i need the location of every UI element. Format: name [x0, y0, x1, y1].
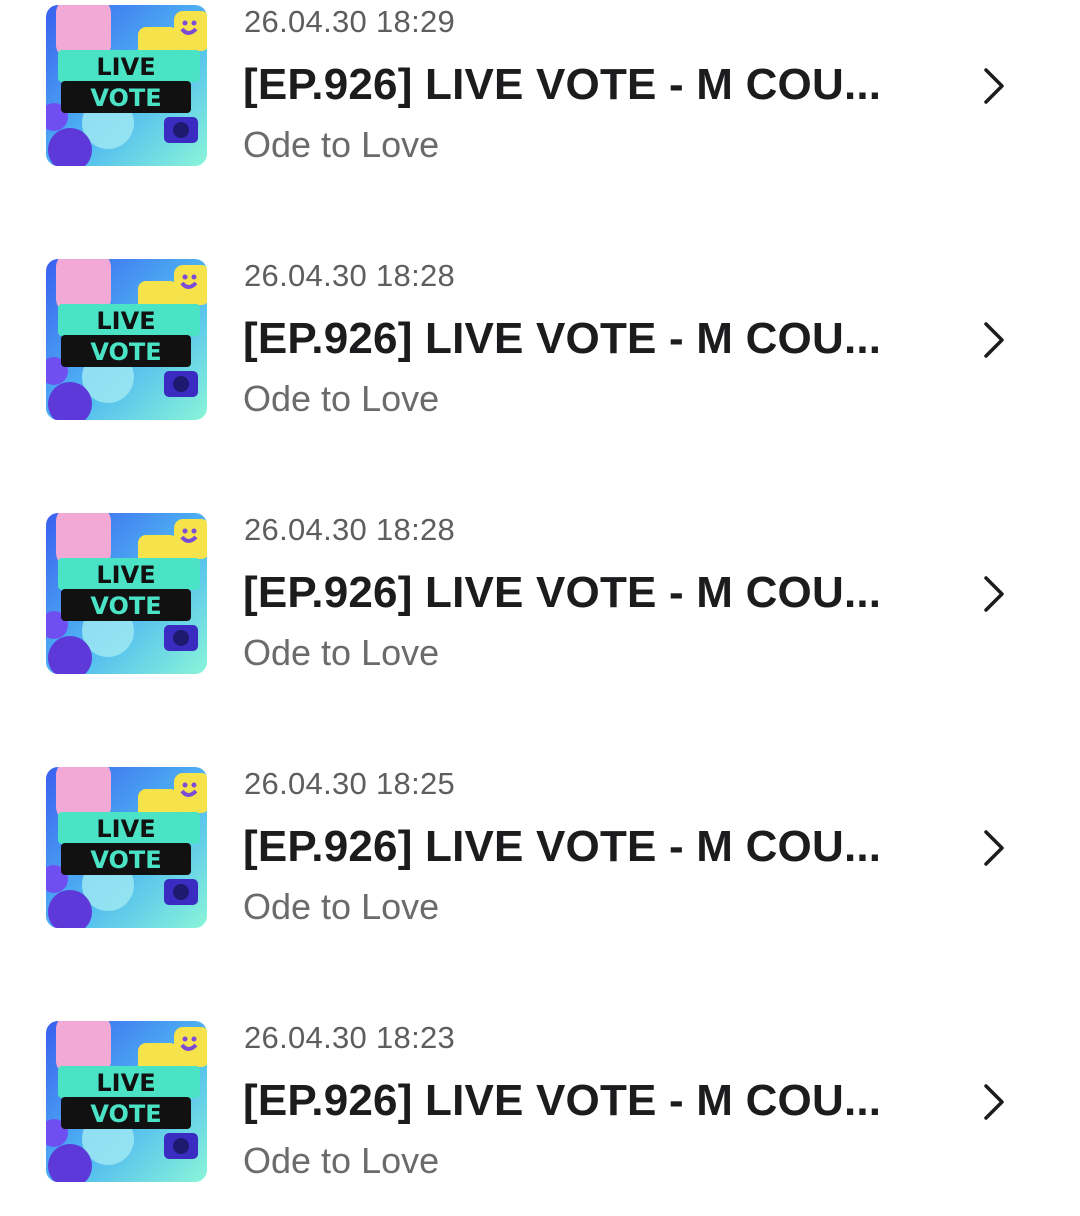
timestamp: 26.04.30 18:29 — [244, 4, 456, 39]
item-title: [EP.926] LIVE VOTE - M COU... — [243, 314, 882, 363]
song-name: Ode to Love — [243, 124, 440, 165]
live-vote-thumbnail: LIVE VOTE — [46, 259, 207, 420]
item-title: [EP.926] LIVE VOTE - M COU... — [243, 60, 882, 109]
chevron-right-icon[interactable] — [980, 572, 1008, 616]
song-name: Ode to Love — [243, 1140, 440, 1181]
list-item[interactable]: LIVE VOTE 26.04.30 18:23 [EP.926] LIVE V… — [0, 1016, 1080, 1216]
thumb-label-vote: VOTE — [90, 84, 161, 112]
thumb-label-live: LIVE — [96, 815, 155, 843]
song-name: Ode to Love — [243, 886, 440, 927]
song-name: Ode to Love — [243, 632, 440, 673]
timestamp: 26.04.30 18:28 — [244, 512, 456, 547]
thumb-label-vote: VOTE — [90, 338, 161, 366]
live-vote-thumbnail: LIVE VOTE — [46, 5, 207, 166]
list-item[interactable]: LIVE VOTE 26.04.30 18:28 [EP.926] LIVE V… — [0, 254, 1080, 454]
thumb-label-live: LIVE — [96, 1069, 155, 1097]
thumb-label-live: LIVE — [96, 307, 155, 335]
chevron-right-icon[interactable] — [980, 826, 1008, 870]
list-item[interactable]: LIVE VOTE 26.04.30 18:29 [EP.926] LIVE V… — [0, 0, 1080, 200]
item-title: [EP.926] LIVE VOTE - M COU... — [243, 1076, 882, 1125]
timestamp: 26.04.30 18:23 — [244, 1020, 456, 1055]
chevron-right-icon[interactable] — [980, 64, 1008, 108]
list-item[interactable]: LIVE VOTE 26.04.30 18:28 [EP.926] LIVE V… — [0, 508, 1080, 708]
live-vote-thumbnail: LIVE VOTE — [46, 1021, 207, 1182]
chevron-right-icon[interactable] — [980, 318, 1008, 362]
thumb-label-vote: VOTE — [90, 592, 161, 620]
timestamp: 26.04.30 18:28 — [244, 258, 456, 293]
song-name: Ode to Love — [243, 378, 440, 419]
item-title: [EP.926] LIVE VOTE - M COU... — [243, 568, 882, 617]
list-item[interactable]: LIVE VOTE 26.04.30 18:25 [EP.926] LIVE V… — [0, 762, 1080, 962]
thumb-label-vote: VOTE — [90, 846, 161, 874]
timestamp: 26.04.30 18:25 — [244, 766, 456, 801]
thumb-label-live: LIVE — [96, 561, 155, 589]
thumb-label-live: LIVE — [96, 53, 155, 81]
item-title: [EP.926] LIVE VOTE - M COU... — [243, 822, 882, 871]
thumb-label-vote: VOTE — [90, 1100, 161, 1128]
live-vote-thumbnail: LIVE VOTE — [46, 767, 207, 928]
live-vote-thumbnail: LIVE VOTE — [46, 513, 207, 674]
chevron-right-icon[interactable] — [980, 1080, 1008, 1124]
